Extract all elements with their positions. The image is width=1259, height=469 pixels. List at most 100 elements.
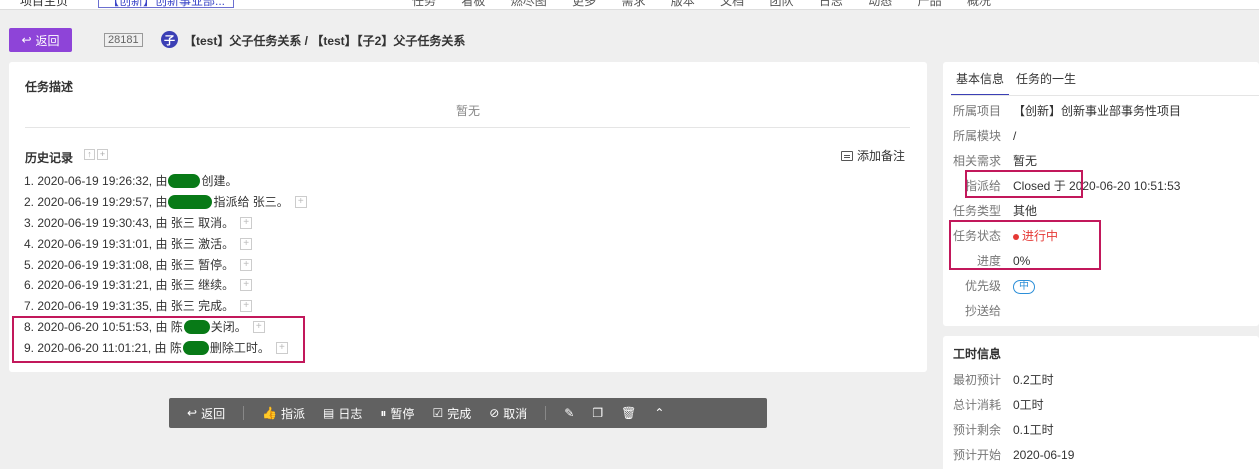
tab-task-life[interactable]: 任务的一生 (1011, 66, 1081, 96)
time-value: 0工时 (1013, 398, 1044, 412)
info-value: / (1013, 128, 1017, 143)
cancel-button[interactable]: ⊘ 取消 (489, 405, 527, 422)
info-label: 相关需求 (952, 154, 1001, 168)
info-row-module: 所属模块 / (943, 123, 1016, 148)
time-value: 2020-06-19 (1013, 447, 1075, 462)
history-text: 7. 2020-06-19 19:31:35, 由 张三 完成。 (24, 299, 235, 314)
back-button-label: 返回 (35, 33, 60, 48)
history-tools: ↑ + (84, 149, 108, 160)
time-label: 预计开始 (953, 448, 1002, 462)
nav-item-release[interactable]: 版本 (671, 0, 695, 8)
redaction-mark (168, 174, 201, 189)
time-value: 0.2工时 (1013, 373, 1054, 387)
redaction-mark (168, 195, 213, 210)
finish-button[interactable]: ☑ 完成 (432, 405, 471, 422)
return-icon: ↩ (187, 406, 198, 420)
task-detail-card: 任务描述 暂无 历史记录 ↑ + 添加备注 1. 2020-06-19 19:2… (9, 62, 927, 372)
nav-item-more[interactable]: 更多 (572, 0, 596, 8)
time-row-consumed: 总计消耗 0工时 (943, 392, 1044, 417)
pause-button[interactable]: ⏸ 暂停 (380, 405, 414, 422)
expand-all-icon[interactable]: + (97, 149, 108, 160)
project-link[interactable]: 【创新】创新事业部事务性项目 (1013, 102, 1181, 119)
trash-icon: 🗑 (621, 406, 637, 420)
log-button[interactable]: ▤ 日志 (323, 405, 362, 422)
nav-item-product[interactable]: 产品 (918, 0, 942, 8)
add-note-label: 添加备注 (857, 149, 906, 163)
history-text-tail: 指派给 张三。 (213, 195, 289, 210)
nav-item-doc[interactable]: 文档 (720, 0, 744, 8)
cancel-label: 取消 (503, 406, 528, 421)
info-label: 所属模块 (952, 129, 1001, 143)
nav-item-dynamic[interactable]: 动态 (868, 0, 892, 8)
delete-button[interactable]: 🗑 (621, 406, 636, 420)
edit-icon: ✎ (564, 406, 575, 420)
copy-icon: ❐ (592, 406, 604, 420)
history-title: 历史记录 (25, 151, 74, 165)
back-button[interactable]: ↩ 返回 (9, 28, 72, 52)
toolbar-back-button[interactable]: ↩ 返回 (187, 405, 225, 422)
finish-label: 完成 (447, 406, 472, 421)
toolbar-separator (243, 406, 245, 420)
history-text: 5. 2020-06-19 19:31:08, 由 张三 暂停。 (24, 257, 235, 272)
collapse-all-icon[interactable]: ↑ (84, 149, 95, 160)
checkbox-icon: ☑ (432, 406, 444, 420)
tab-basic-info[interactable]: 基本信息 (951, 66, 1010, 96)
nav-item-team[interactable]: 团队 (770, 0, 794, 8)
nav-item-burndown[interactable]: 燃尽图 (511, 0, 547, 8)
nav-item-story[interactable]: 需求 (621, 0, 645, 8)
expand-icon[interactable]: + (240, 216, 253, 229)
desc-content: 暂无 (455, 104, 480, 118)
edit-button[interactable]: ✎ (564, 406, 574, 420)
nav-item-overview[interactable]: 概况 (967, 0, 991, 8)
breadcrumb-home[interactable]: 项目主页 (20, 0, 68, 9)
history-text: 1. 2020-06-19 19:26:32, 由 (24, 174, 168, 189)
expand-icon[interactable]: + (240, 300, 253, 313)
history-item: 2. 2020-06-19 19:29:57, 由 指派给 张三。 + (24, 192, 307, 213)
time-label: 最初预计 (953, 373, 1002, 387)
info-row-project: 所属项目 【创新】创新事业部事务性项目 (943, 98, 1181, 123)
info-value: 暂无 (1013, 154, 1038, 168)
time-info-title: 工时信息 (953, 347, 1002, 361)
expand-icon[interactable]: + (240, 258, 253, 271)
history-text: 4. 2020-06-19 19:31:01, 由 张三 激活。 (24, 236, 235, 251)
expand-icon[interactable]: + (240, 279, 253, 292)
assign-label: 指派 (281, 406, 306, 421)
history-text-tail: 创建。 (201, 174, 238, 189)
history-text: 3. 2020-06-19 19:30:43, 由 张三 取消。 (24, 215, 235, 230)
calendar-icon: ▤ (323, 406, 335, 420)
history-text: 6. 2020-06-19 19:31:21, 由 张三 继续。 (24, 278, 235, 293)
desc-title: 任务描述 (25, 80, 74, 94)
history-item: 5. 2020-06-19 19:31:08, 由 张三 暂停。 + (24, 254, 307, 275)
time-row-estimate: 最初预计 0.2工时 (943, 367, 1054, 392)
copy-button[interactable]: ❐ (592, 406, 603, 420)
history-item: 7. 2020-06-19 19:31:35, 由 张三 完成。 + (24, 296, 307, 317)
history-item: 3. 2020-06-19 19:30:43, 由 张三 取消。 + (24, 213, 307, 234)
subtask-badge: 子 (161, 31, 178, 48)
top-nav-bar: 项目主页 【创新】创新事业部... 任务 看板 燃尽图 更多 需求 版本 文档 … (0, 0, 1259, 10)
time-row-start: 预计开始 2020-06-19 (943, 442, 1074, 467)
nav-item-kanban[interactable]: 看板 (461, 0, 485, 8)
priority-badge: 中 (1013, 279, 1035, 294)
history-text: 2. 2020-06-19 19:29:57, 由 (24, 195, 168, 210)
thumbs-up-icon: 👍 (262, 406, 278, 420)
nav-item-tasks[interactable]: 任务 (412, 0, 436, 8)
breadcrumb-project[interactable]: 【创新】创新事业部... (98, 0, 235, 8)
toolbar-separator (545, 406, 547, 420)
comment-icon (841, 150, 853, 161)
return-icon: ↩ (21, 33, 32, 47)
expand-icon[interactable]: + (294, 196, 307, 209)
scroll-top-button[interactable]: ⌃ (654, 406, 664, 420)
nav-item-log[interactable]: 日志 (819, 0, 843, 8)
pause-label: 暂停 (390, 406, 415, 421)
expand-icon[interactable]: + (240, 237, 253, 250)
info-label: 任务类型 (952, 204, 1001, 218)
assign-button[interactable]: 👍 指派 (262, 405, 305, 422)
time-row-left: 预计剩余 0.1工时 (943, 417, 1054, 442)
add-note-button[interactable]: 添加备注 (841, 147, 905, 164)
highlight-box-assigned (965, 170, 1083, 198)
history-item: 4. 2020-06-19 19:31:01, 由 张三 激活。 + (24, 233, 307, 254)
basic-info-panel: 基本信息 任务的一生 所属项目 【创新】创新事业部事务性项目 所属模块 / 相关… (943, 62, 1259, 326)
history-item: 6. 2020-06-19 19:31:21, 由 张三 继续。 + (24, 275, 307, 296)
log-label: 日志 (338, 406, 363, 421)
history-item: 1. 2020-06-19 19:26:32, 由 创建。 (24, 171, 307, 192)
